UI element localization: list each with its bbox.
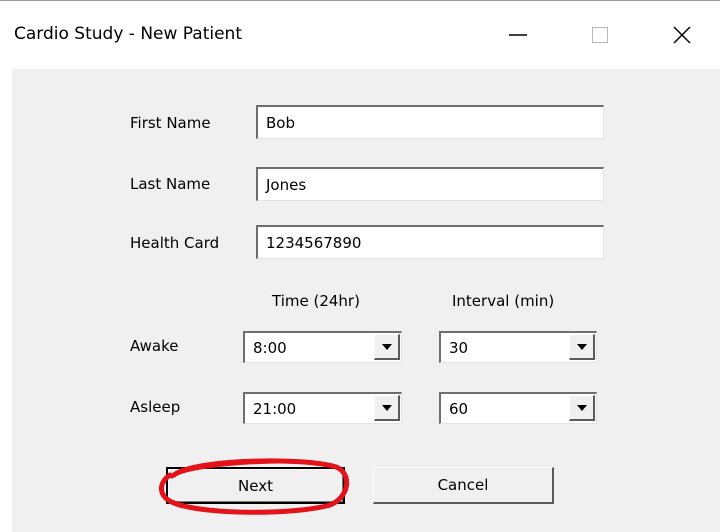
- asleep-time-value: 21:00: [253, 400, 297, 418]
- asleep-interval-value: 60: [449, 400, 469, 418]
- title-bar[interactable]: Cardio Study - New Patient: [0, 2, 720, 66]
- minimize-icon: [509, 34, 527, 36]
- maximize-button[interactable]: [574, 10, 626, 60]
- asleep-label: Asleep: [130, 398, 181, 416]
- awake-label: Awake: [130, 337, 179, 355]
- chevron-down-icon: [381, 404, 392, 411]
- chevron-down-icon: [381, 343, 392, 350]
- asleep-interval-dropdown-button[interactable]: [569, 395, 595, 421]
- cancel-button[interactable]: Cancel: [373, 467, 554, 504]
- minimize-button[interactable]: [492, 10, 544, 60]
- maximize-icon: [592, 27, 608, 43]
- health-card-field[interactable]: 1234567890: [256, 225, 604, 259]
- first-name-label: First Name: [130, 114, 211, 132]
- awake-time-dropdown-button[interactable]: [374, 334, 400, 360]
- chevron-down-icon: [576, 343, 587, 350]
- first-name-field[interactable]: Bob: [256, 105, 604, 139]
- next-button[interactable]: Next: [166, 467, 345, 504]
- asleep-time-dropdown[interactable]: 21:00: [243, 392, 402, 424]
- interval-column-header: Interval (min): [452, 292, 555, 310]
- dialog-window: Cardio Study - New Patient First Name Bo…: [0, 0, 720, 532]
- awake-time-dropdown[interactable]: 8:00: [243, 331, 402, 363]
- awake-time-value: 8:00: [253, 339, 287, 357]
- awake-interval-value: 30: [449, 339, 469, 357]
- last-name-field[interactable]: Jones: [256, 167, 604, 201]
- close-icon: [673, 26, 691, 44]
- chevron-down-icon: [576, 404, 587, 411]
- window-title: Cardio Study - New Patient: [14, 24, 242, 44]
- close-button[interactable]: [656, 10, 708, 60]
- asleep-time-dropdown-button[interactable]: [374, 395, 400, 421]
- asleep-interval-dropdown[interactable]: 60: [439, 392, 597, 424]
- time-column-header: Time (24hr): [272, 292, 360, 310]
- health-card-label: Health Card: [130, 234, 220, 252]
- awake-interval-dropdown[interactable]: 30: [439, 331, 597, 363]
- last-name-label: Last Name: [130, 175, 211, 193]
- awake-interval-dropdown-button[interactable]: [569, 334, 595, 360]
